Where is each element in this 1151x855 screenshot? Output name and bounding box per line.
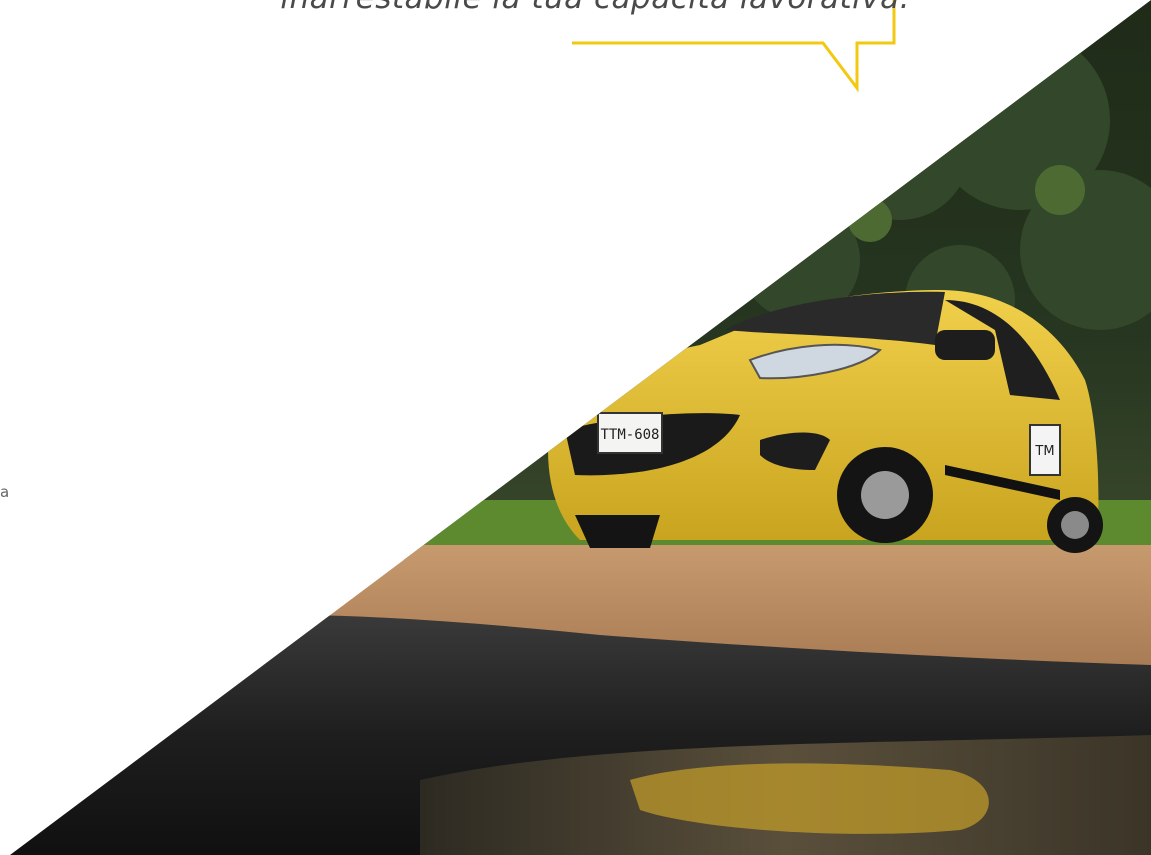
plate-text: TTM-608	[600, 427, 659, 443]
quote-text: inarrestabile la tua capacità lavorativa…	[150, 0, 910, 16]
side-text-fragment: a	[0, 483, 10, 501]
photo-clip: TTM-608 TM	[10, 0, 1151, 855]
taxi-photo: TTM-608 TM	[10, 0, 1151, 855]
door-badge: TM	[1034, 444, 1054, 459]
taxi: TTM-608 TM	[548, 290, 1103, 553]
page: TTM-608 TM inarrestabile la tua capacità…	[0, 0, 1151, 855]
